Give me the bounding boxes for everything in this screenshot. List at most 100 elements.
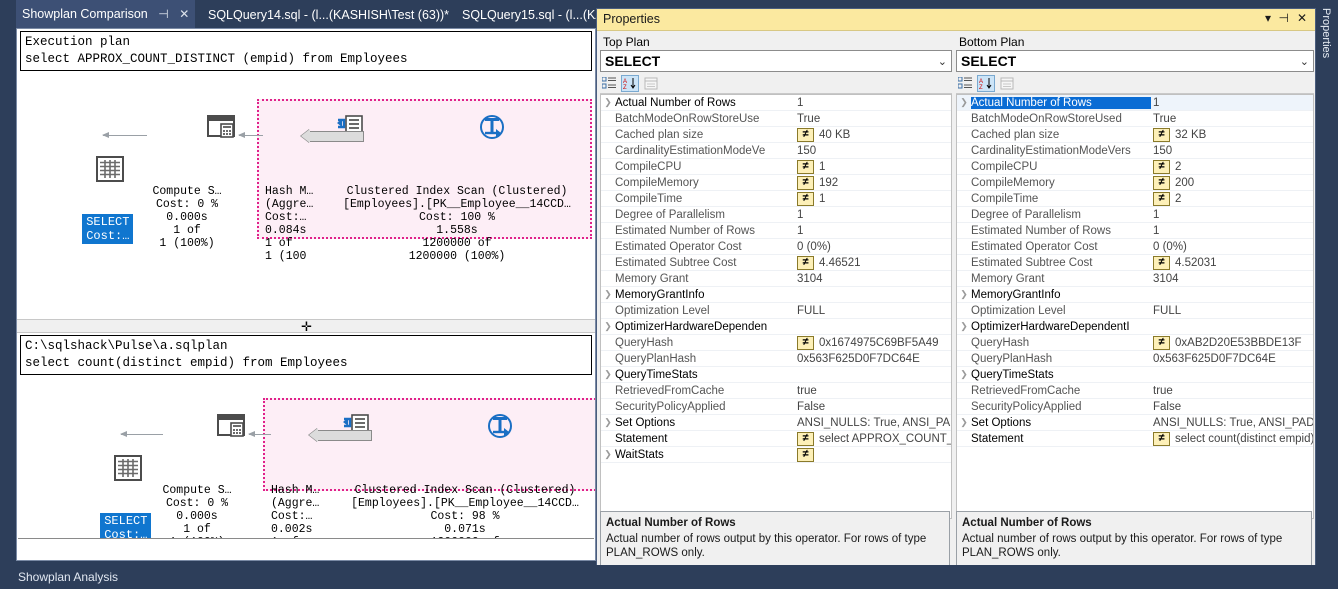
chevron-right-icon[interactable]: ❯ bbox=[601, 321, 615, 332]
bottom-plan-properties-grid[interactable]: ❯Actual Number of Rows1BatchModeOnRowSto… bbox=[956, 94, 1314, 519]
property-row[interactable]: RetrievedFromCachetrue bbox=[957, 383, 1313, 399]
property-row[interactable]: Statement≠select count(distinct empid) f… bbox=[957, 431, 1313, 447]
chevron-right-icon[interactable]: ❯ bbox=[957, 369, 971, 380]
chevron-right-icon[interactable]: ❯ bbox=[601, 369, 615, 380]
property-row[interactable]: SecurityPolicyAppliedFalse bbox=[601, 399, 951, 415]
chevron-right-icon[interactable]: ❯ bbox=[957, 97, 971, 108]
property-row[interactable]: ❯OptimizerHardwareDependentI bbox=[957, 319, 1313, 335]
bottom-plan-canvas[interactable]: SELECT Cost:… Compute S… Cost: 0 % 0.000… bbox=[17, 378, 595, 538]
property-row[interactable]: ❯OptimizerHardwareDependen bbox=[601, 319, 951, 335]
property-row[interactable]: Degree of Parallelism1 bbox=[601, 207, 951, 223]
property-row[interactable]: ❯Actual Number of Rows1 bbox=[601, 95, 951, 111]
chevron-right-icon[interactable]: ❯ bbox=[957, 289, 971, 300]
property-row[interactable]: ❯MemoryGrantInfo bbox=[957, 287, 1313, 303]
tab-sqlquery14[interactable]: SQLQuery14.sql - (l...(KASHISH\Test (63)… bbox=[202, 3, 455, 28]
property-row[interactable]: ❯Set OptionsANSI_NULLS: True, ANSI_PADDI… bbox=[601, 415, 951, 431]
bottom-plan-pane[interactable]: C:\sqlshack\Pulse\a.sqlplanselect count(… bbox=[17, 334, 595, 539]
chevron-down-icon[interactable]: ⌄ bbox=[938, 53, 947, 72]
property-name: BatchModeOnRowStoreUsed bbox=[971, 113, 1151, 125]
pin-icon[interactable]: ⊣ bbox=[1279, 11, 1289, 25]
property-row[interactable]: Estimated Subtree Cost≠4.52031 bbox=[957, 255, 1313, 271]
property-row[interactable]: QueryHash≠0x1674975C69BF5A49 bbox=[601, 335, 951, 351]
pin-icon[interactable]: ⊣ bbox=[158, 0, 168, 28]
top-plan-properties-grid[interactable]: ❯Actual Number of Rows1BatchModeOnRowSto… bbox=[600, 94, 952, 519]
property-value-cell: True bbox=[1151, 113, 1313, 125]
property-row[interactable]: CardinalityEstimationModeVe150 bbox=[601, 143, 951, 159]
property-row[interactable]: ❯WaitStats≠ bbox=[601, 447, 951, 463]
property-row[interactable]: Statement≠select APPROX_COUNT_DISTIN bbox=[601, 431, 951, 447]
status-bar-label: Showplan Analysis bbox=[18, 570, 118, 584]
chevron-down-icon[interactable]: ⌄ bbox=[1300, 53, 1309, 72]
property-row[interactable]: ❯QueryTimeStats bbox=[601, 367, 951, 383]
property-row[interactable]: Optimization LevelFULL bbox=[957, 303, 1313, 319]
properties-dock-tab[interactable]: Properties bbox=[1316, 0, 1338, 589]
property-row[interactable]: QueryPlanHash0x563F625D0F7DC64E bbox=[601, 351, 951, 367]
property-row[interactable]: ❯MemoryGrantInfo bbox=[601, 287, 951, 303]
property-row[interactable]: ❯Actual Number of Rows1 bbox=[957, 95, 1313, 111]
property-name: Cached plan size bbox=[971, 129, 1151, 141]
top-plan-compute-scalar-label: Compute S… Cost: 0 % 0.000s 1 of 1 (100%… bbox=[117, 185, 257, 250]
alphabetical-sort-button[interactable]: AZ bbox=[621, 75, 639, 92]
top-plan-operator-select[interactable]: SELECT ⌄ bbox=[600, 50, 952, 72]
bottom-plan-operator-select[interactable]: SELECT ⌄ bbox=[956, 50, 1314, 72]
property-row[interactable]: BatchModeOnRowStoreUseTrue bbox=[601, 111, 951, 127]
tab-showplan-comparison[interactable]: Showplan Comparison ⊣ ✕ bbox=[16, 0, 195, 28]
top-plan-canvas[interactable]: SELECT Cost:… Compute S… Cost: 0 % 0.000… bbox=[17, 75, 595, 319]
top-plan-node-select[interactable]: SELECT Cost:… bbox=[27, 117, 99, 257]
property-row[interactable]: Estimated Number of Rows1 bbox=[957, 223, 1313, 239]
property-row[interactable]: Estimated Subtree Cost≠4.46521 bbox=[601, 255, 951, 271]
property-row[interactable]: BatchModeOnRowStoreUsedTrue bbox=[957, 111, 1313, 127]
properties-titlebar[interactable]: Properties ▾ ⊣ ✕ bbox=[597, 9, 1315, 31]
bottom-plan-node-hash-match[interactable]: Hash M… (Aggre… Cost:… 0.002s 1 of 1 (10… bbox=[271, 374, 333, 539]
property-row[interactable]: ❯QueryTimeStats bbox=[957, 367, 1313, 383]
object-explorer-dock-tab[interactable]: Object Explorer bbox=[0, 0, 16, 589]
property-row[interactable]: QueryPlanHash0x563F625D0F7DC64E bbox=[957, 351, 1313, 367]
property-value: 4.46521 bbox=[819, 257, 861, 269]
property-row[interactable]: QueryHash≠0xAB2D20E53BBDE13F bbox=[957, 335, 1313, 351]
chevron-right-icon[interactable]: ❯ bbox=[601, 417, 615, 428]
categorized-button[interactable] bbox=[956, 75, 974, 92]
property-row[interactable]: Memory Grant3104 bbox=[957, 271, 1313, 287]
property-row[interactable]: RetrievedFromCachetrue bbox=[601, 383, 951, 399]
chevron-down-icon[interactable]: ▾ bbox=[1265, 11, 1271, 25]
top-plan-pane[interactable]: Execution planselect APPROX_COUNT_DISTIN… bbox=[17, 29, 595, 319]
property-row[interactable]: CompileTime≠2 bbox=[957, 191, 1313, 207]
property-row[interactable]: Estimated Operator Cost0 (0%) bbox=[601, 239, 951, 255]
property-row[interactable]: CompileMemory≠200 bbox=[957, 175, 1313, 191]
alphabetical-sort-button[interactable]: AZ bbox=[977, 75, 995, 92]
property-row[interactable]: SecurityPolicyAppliedFalse bbox=[957, 399, 1313, 415]
bottom-plan-node-compute-scalar[interactable]: Compute S… Cost: 0 % 0.000s 1 of 1 (100%… bbox=[127, 374, 267, 539]
property-value-cell: 1 bbox=[1151, 209, 1313, 221]
property-row[interactable]: CompileMemory≠192 bbox=[601, 175, 951, 191]
property-row[interactable]: Memory Grant3104 bbox=[601, 271, 951, 287]
close-icon[interactable]: ✕ bbox=[1297, 11, 1307, 25]
chevron-right-icon[interactable]: ❯ bbox=[601, 289, 615, 300]
chevron-right-icon[interactable]: ❯ bbox=[957, 321, 971, 332]
categorized-button[interactable] bbox=[600, 75, 618, 92]
property-pages-button[interactable] bbox=[642, 75, 660, 92]
bottom-plan-node-clustered-index-scan[interactable]: Clustered Index Scan (Clustered) [Employ… bbox=[345, 374, 585, 539]
property-value: 192 bbox=[819, 177, 838, 189]
property-row[interactable]: Degree of Parallelism1 bbox=[957, 207, 1313, 223]
property-row[interactable]: CardinalityEstimationModeVers150 bbox=[957, 143, 1313, 159]
chevron-right-icon[interactable]: ❯ bbox=[957, 417, 971, 428]
property-pages-button[interactable] bbox=[998, 75, 1016, 92]
property-row[interactable]: Estimated Number of Rows1 bbox=[601, 223, 951, 239]
bottom-plan-node-select[interactable]: SELECT Cost:… bbox=[45, 416, 117, 539]
close-icon[interactable]: ✕ bbox=[179, 0, 189, 28]
property-row[interactable]: Cached plan size≠40 KB bbox=[601, 127, 951, 143]
property-row[interactable]: Optimization LevelFULL bbox=[601, 303, 951, 319]
property-row[interactable]: Cached plan size≠32 KB bbox=[957, 127, 1313, 143]
plan-splitter[interactable]: ✛ bbox=[17, 319, 595, 333]
top-plan-node-hash-match[interactable]: Hash M… (Aggre… Cost:… 0.084s 1 of 1 (10… bbox=[265, 75, 327, 289]
chevron-right-icon[interactable]: ❯ bbox=[601, 97, 615, 108]
property-row[interactable]: CompileTime≠1 bbox=[601, 191, 951, 207]
property-row[interactable]: CompileCPU≠2 bbox=[957, 159, 1313, 175]
property-row[interactable]: Estimated Operator Cost0 (0%) bbox=[957, 239, 1313, 255]
top-plan-node-compute-scalar[interactable]: Compute S… Cost: 0 % 0.000s 1 of 1 (100%… bbox=[117, 75, 257, 276]
property-row[interactable]: ❯Set OptionsANSI_NULLS: True, ANSI_PADDI… bbox=[957, 415, 1313, 431]
chevron-right-icon[interactable]: ❯ bbox=[601, 449, 615, 460]
property-row[interactable]: CompileCPU≠1 bbox=[601, 159, 951, 175]
top-plan-node-clustered-index-scan[interactable]: Clustered Index Scan (Clustered) [Employ… bbox=[337, 75, 577, 289]
property-value: True bbox=[1153, 113, 1176, 125]
